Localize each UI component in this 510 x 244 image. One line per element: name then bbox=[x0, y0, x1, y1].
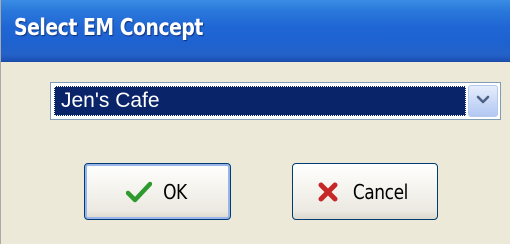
checkmark-icon bbox=[126, 181, 153, 203]
concept-combobox[interactable]: Jen's Cafe bbox=[50, 82, 501, 120]
title-bar[interactable]: Select EM Concept bbox=[1, 0, 510, 62]
select-em-concept-dialog: Select EM Concept Jen's Cafe OK Cancel bbox=[0, 0, 510, 244]
combo-selection-highlight[interactable]: Jen's Cafe bbox=[54, 86, 466, 116]
x-mark-icon bbox=[317, 181, 339, 203]
cancel-button-label: Cancel bbox=[352, 179, 409, 204]
ok-button[interactable]: OK bbox=[84, 163, 231, 220]
chevron-down-icon bbox=[476, 92, 490, 110]
combo-dropdown-button[interactable] bbox=[468, 85, 498, 117]
cancel-button[interactable]: Cancel bbox=[292, 163, 438, 220]
window-title: Select EM Concept bbox=[14, 15, 203, 41]
ok-button-label: OK bbox=[163, 179, 187, 204]
selected-concept-value: Jen's Cafe bbox=[61, 89, 160, 112]
